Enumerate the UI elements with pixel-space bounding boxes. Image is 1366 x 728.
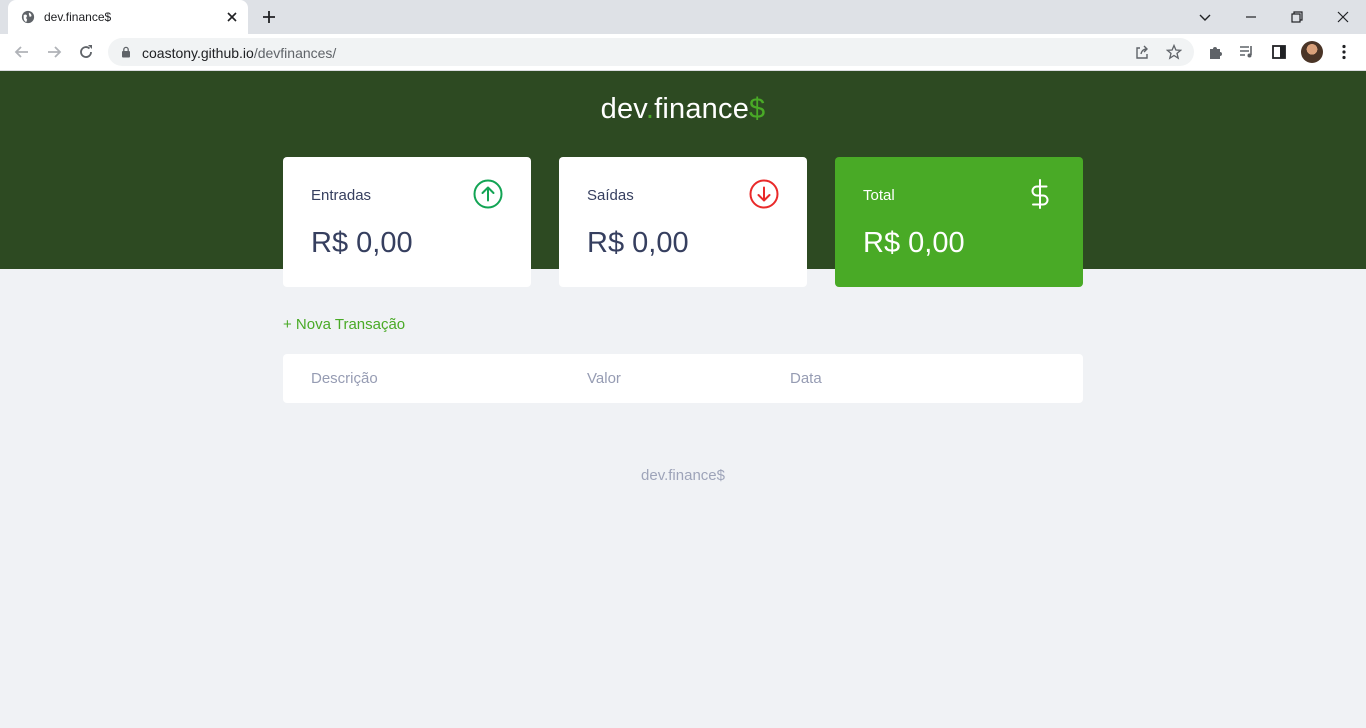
total-value: R$ 0,00 xyxy=(863,227,965,259)
media-queue-icon[interactable] xyxy=(1238,43,1256,61)
browser-tab[interactable]: dev.finance$ xyxy=(8,0,248,34)
browser-toolbar: coastony.github.io/devfinances/ xyxy=(0,34,1366,71)
income-label: Entradas xyxy=(311,187,372,204)
income-value: R$ 0,00 xyxy=(311,227,413,259)
column-header-date: Data xyxy=(790,370,822,387)
page-footer: dev.finance$ xyxy=(641,467,725,484)
forward-arrow-icon[interactable] xyxy=(44,42,64,62)
dollar-sign-icon xyxy=(1031,179,1049,209)
column-header-value: Valor xyxy=(587,370,621,387)
expense-value: R$ 0,00 xyxy=(587,227,689,259)
total-card: Total R$ 0,00 xyxy=(835,157,1083,287)
new-tab-icon[interactable] xyxy=(260,8,278,26)
side-panel-icon[interactable] xyxy=(1270,43,1288,61)
url-host: coastony.github.io xyxy=(142,45,254,61)
expense-label: Saídas xyxy=(587,187,634,204)
logo-dollar: $ xyxy=(749,93,766,125)
more-menu-icon[interactable] xyxy=(1335,43,1353,61)
lock-icon[interactable] xyxy=(120,46,132,58)
transactions-table: Descrição Valor Data xyxy=(283,354,1083,403)
globe-icon xyxy=(21,10,35,24)
logo-text-dev: dev xyxy=(600,93,646,125)
logo: dev.finance$ xyxy=(0,93,1366,126)
browser-tab-bar: dev.finance$ xyxy=(0,0,1366,34)
share-icon[interactable] xyxy=(1134,44,1150,60)
page-content: dev.finance$ Entradas R$ 0,00 Saídas R$ … xyxy=(0,71,1366,728)
arrow-up-circle-icon xyxy=(473,179,503,209)
url-path: /devfinances/ xyxy=(253,45,337,61)
url-text[interactable]: coastony.github.io/devfinances/ xyxy=(142,45,336,61)
extensions-puzzle-icon[interactable] xyxy=(1207,43,1225,61)
income-card: Entradas R$ 0,00 xyxy=(283,157,531,287)
logo-text-finance: finance xyxy=(654,93,750,125)
close-window-icon[interactable] xyxy=(1333,7,1353,27)
back-arrow-icon[interactable] xyxy=(12,42,32,62)
address-bar[interactable]: coastony.github.io/devfinances/ xyxy=(108,38,1194,66)
profile-avatar[interactable] xyxy=(1301,41,1323,63)
total-label: Total xyxy=(863,187,895,204)
new-transaction-button[interactable]: + Nova Transação xyxy=(283,316,405,333)
column-header-description: Descrição xyxy=(311,370,378,387)
reload-icon[interactable] xyxy=(76,42,96,62)
arrow-down-circle-icon xyxy=(749,179,779,209)
restore-icon[interactable] xyxy=(1287,7,1307,27)
tab-title: dev.finance$ xyxy=(44,10,112,24)
close-tab-icon[interactable] xyxy=(224,9,240,25)
bookmark-star-icon[interactable] xyxy=(1166,44,1182,60)
expense-card: Saídas R$ 0,00 xyxy=(559,157,807,287)
logo-dot: . xyxy=(645,93,655,125)
minimize-icon[interactable] xyxy=(1241,7,1261,27)
tab-search-chevron-icon[interactable] xyxy=(1195,7,1215,27)
